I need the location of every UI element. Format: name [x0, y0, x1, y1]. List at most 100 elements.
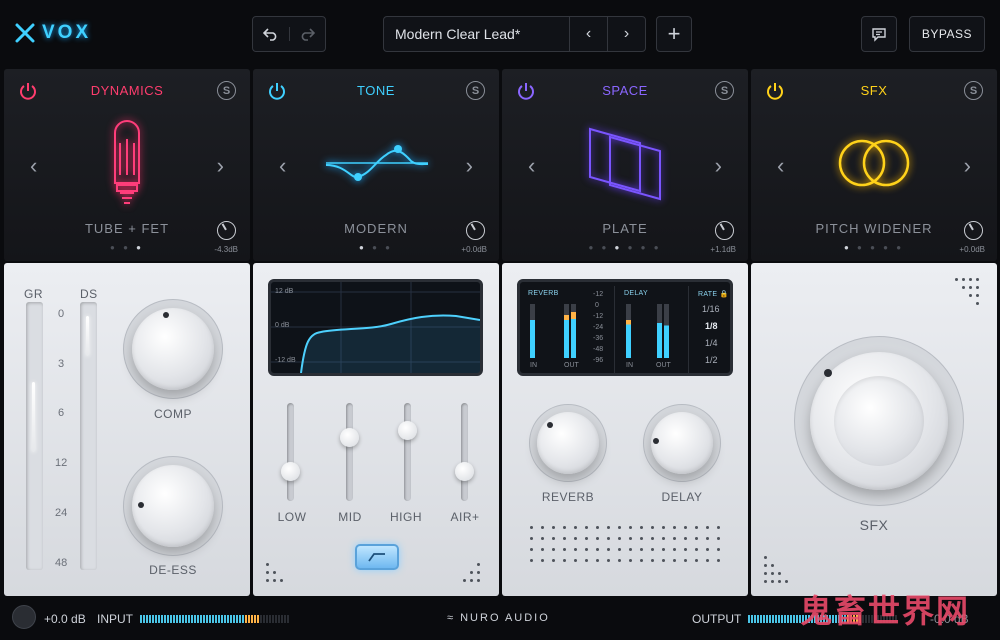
delay-label: DELAY — [661, 490, 703, 504]
preset-name: Modern Clear Lead* — [395, 26, 521, 42]
meter-segment — [266, 615, 268, 623]
meter-segment — [230, 615, 232, 623]
scale-label: 6 — [58, 407, 65, 419]
meter-segment — [257, 615, 259, 623]
meter-segment — [200, 615, 202, 623]
meter-segment — [233, 615, 235, 623]
rate-label: RATE 🔒 — [698, 291, 729, 298]
rate-option-selected[interactable]: 1/8 — [705, 321, 718, 331]
brand-logo-icon: ≈ — [447, 612, 456, 624]
reverb-knob[interactable] — [537, 412, 599, 474]
meter-segment — [260, 615, 262, 623]
meter-segment — [769, 615, 771, 623]
reverb-knob-indicator — [547, 422, 553, 428]
prev-model-button[interactable]: ‹ — [279, 153, 286, 179]
air-fader[interactable] — [455, 462, 474, 481]
sfx-label: SFX — [859, 517, 889, 533]
meter-segment — [155, 615, 157, 623]
prev-model-button[interactable]: ‹ — [30, 153, 37, 179]
brand-label: ≈ NURO AUDIO — [447, 612, 550, 624]
meter-segment — [185, 615, 187, 623]
divider — [688, 286, 689, 373]
undo-button[interactable] — [253, 27, 289, 41]
meter-scale: -12 — [593, 313, 604, 320]
rate-option[interactable]: 1/2 — [705, 355, 718, 365]
lock-icon: 🔒 — [719, 291, 729, 298]
solo-button[interactable]: S — [217, 81, 236, 100]
ds-meter — [80, 302, 97, 570]
rate-option[interactable]: 1/16 — [702, 304, 720, 314]
module-gain-knob[interactable] — [217, 221, 236, 240]
solo-button[interactable]: S — [964, 81, 983, 100]
reverb-out-meter-l — [564, 304, 569, 358]
module-gain-value: +0.0dB — [461, 245, 487, 254]
next-model-button[interactable]: › — [217, 153, 224, 179]
module-gain-knob[interactable] — [964, 221, 983, 240]
reverb-in-meter — [530, 304, 535, 358]
deess-label: DE-ESS — [149, 563, 197, 577]
feedback-button[interactable] — [861, 16, 897, 52]
chevron-left-icon: ‹ — [528, 153, 536, 178]
input-gain-knob[interactable] — [12, 605, 36, 629]
eq-display: 12 dB 0 dB -12 dB — [268, 279, 483, 376]
band-label-mid: MID — [338, 510, 362, 524]
bypass-button[interactable]: BYPASS — [909, 16, 985, 52]
reverb-in-label: IN — [530, 362, 537, 369]
comp-knob-indicator — [163, 312, 169, 318]
gr-meter-fill — [32, 382, 35, 452]
top-bar: VOX Modern Clear Lead* ‹ › + BYPASS — [0, 0, 1000, 68]
meter-segment — [161, 615, 163, 623]
solo-button[interactable]: S — [715, 81, 734, 100]
meter-segment — [239, 615, 241, 623]
meter-segment — [781, 615, 783, 623]
high-fader[interactable] — [398, 421, 417, 440]
sfx-knob-cap — [834, 376, 924, 466]
module-gain-knob[interactable] — [466, 221, 485, 240]
next-model-button[interactable]: › — [466, 153, 473, 179]
meter-segment — [772, 615, 774, 623]
redo-button[interactable] — [288, 27, 326, 41]
high-fader-track — [404, 403, 411, 501]
meter-scale: 0 — [595, 302, 599, 309]
next-model-button[interactable]: › — [964, 153, 971, 179]
preset-selector[interactable]: Modern Clear Lead* ‹ › — [383, 16, 646, 52]
preset-next-button[interactable]: › — [607, 17, 645, 51]
meter-segment — [221, 615, 223, 623]
module-gain-knob[interactable] — [715, 221, 734, 240]
preset-prev-button[interactable]: ‹ — [569, 17, 607, 51]
decor-dots — [266, 563, 287, 582]
next-model-button[interactable]: › — [715, 153, 722, 179]
add-preset-button[interactable]: + — [656, 16, 692, 52]
delay-knob-indicator — [653, 438, 659, 444]
solo-button[interactable]: S — [466, 81, 485, 100]
delay-in-meter — [626, 304, 631, 358]
input-gain-value: +0.0 dB — [44, 612, 86, 626]
meter-segment — [254, 615, 256, 623]
deess-knob[interactable] — [132, 465, 214, 547]
meter-segment — [790, 615, 792, 623]
low-fader[interactable] — [281, 462, 300, 481]
delay-out-label: OUT — [656, 362, 671, 369]
space-display: REVERB IN OUT -12 0 -12 -24 -36 -48 -96 … — [517, 279, 733, 376]
meter-segment — [287, 615, 289, 623]
chevron-right-icon: › — [963, 153, 971, 178]
air-fader-track — [461, 403, 468, 501]
meter-segment — [778, 615, 780, 623]
meter-segment — [188, 615, 190, 623]
hpf-button[interactable] — [355, 544, 399, 570]
rate-option[interactable]: 1/4 — [705, 338, 718, 348]
chevron-left-icon: ‹ — [30, 153, 38, 178]
deess-knob-indicator — [138, 502, 144, 508]
prev-model-button[interactable]: ‹ — [528, 153, 535, 179]
meter-segment — [173, 615, 175, 623]
module-gain-value: -4.3dB — [214, 245, 238, 254]
double-circle-icon — [838, 139, 910, 187]
prev-model-button[interactable]: ‹ — [777, 153, 784, 179]
comp-knob[interactable] — [132, 308, 214, 390]
delay-knob[interactable] — [651, 412, 713, 474]
reverb-label: REVERB — [541, 490, 595, 504]
meter-segment — [218, 615, 220, 623]
eq-scale-label: 0 dB — [275, 322, 290, 329]
input-level-meter — [140, 615, 289, 623]
mid-fader[interactable] — [340, 428, 359, 447]
